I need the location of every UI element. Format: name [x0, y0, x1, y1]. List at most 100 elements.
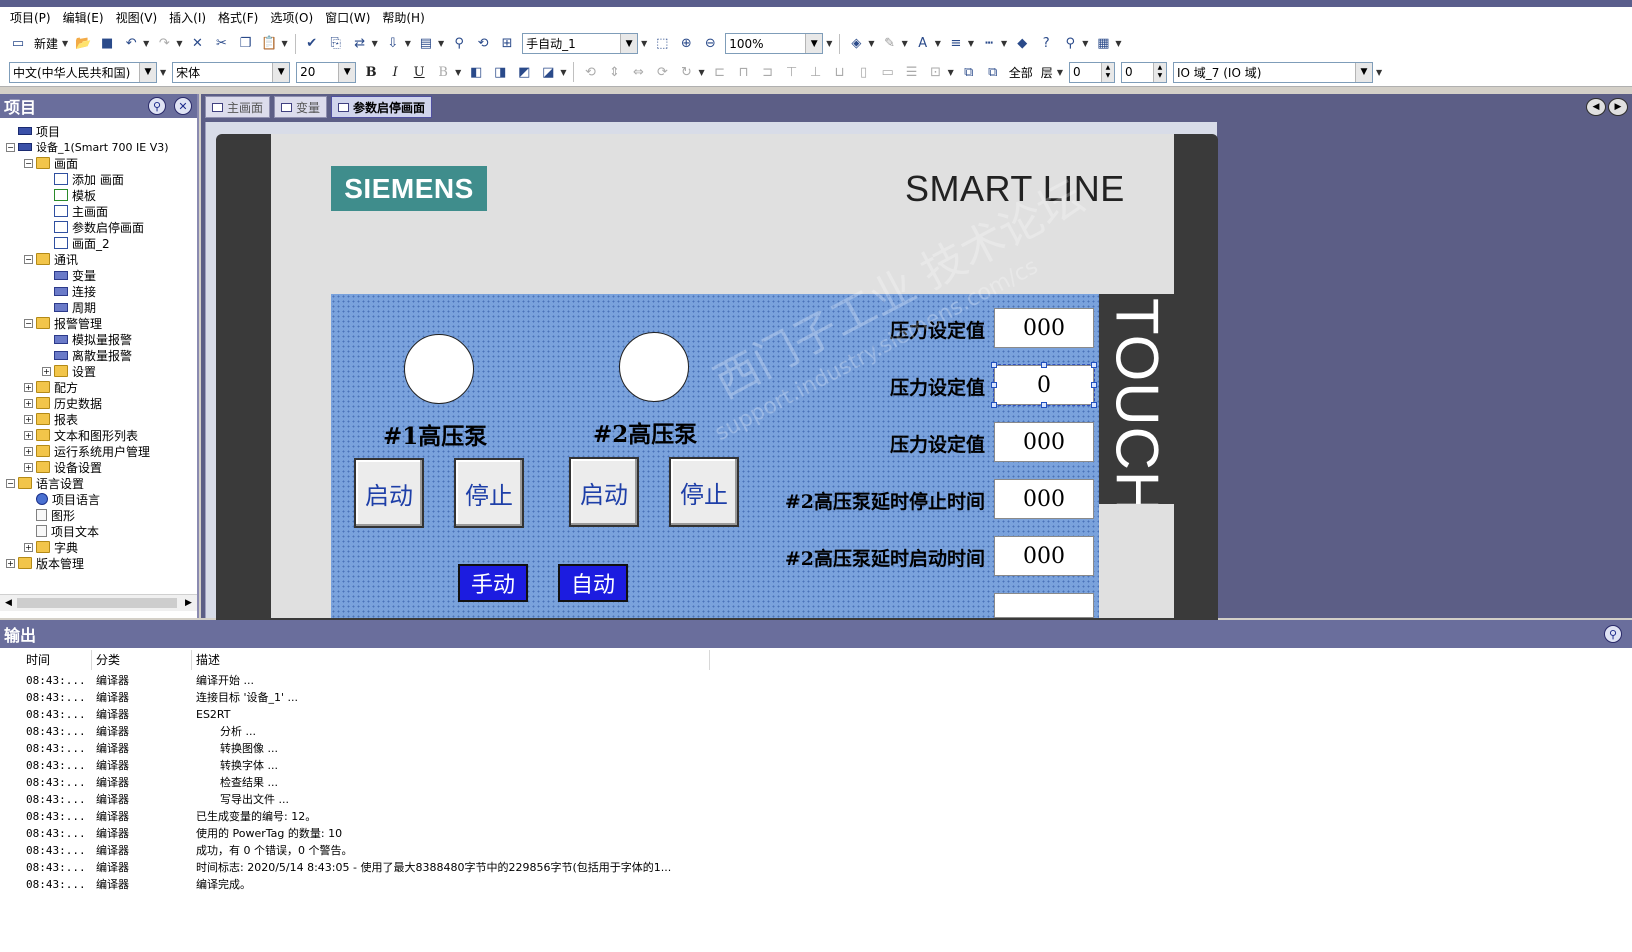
screens-dropdown-icon[interactable]: ▼ — [438, 39, 444, 48]
menu-project[interactable]: 项目(P) — [4, 8, 57, 28]
copy-icon[interactable]: ❐ — [235, 34, 255, 54]
chevron-down-icon[interactable]: ▼ — [620, 34, 638, 53]
expand-icon[interactable]: + — [42, 366, 51, 376]
selection-handle[interactable] — [1041, 402, 1047, 408]
font-color-dropdown-icon[interactable]: ▼ — [935, 39, 941, 48]
scroll-right-icon[interactable]: ▶ — [180, 595, 197, 611]
align-middle-icon[interactable]: ⊥ — [806, 62, 826, 82]
tab-param-screen[interactable]: 参数启停画面 — [331, 96, 433, 118]
chevron-down-icon[interactable]: ▼ — [805, 34, 823, 53]
replace-icon[interactable]: ⟲ — [473, 34, 493, 54]
font-color-icon[interactable]: A — [913, 34, 933, 54]
library-icon[interactable]: ◆ — [1012, 34, 1032, 54]
language-dropdown-icon[interactable]: ▼ — [160, 68, 166, 77]
object-combo[interactable]: 手自动_1 ▼ — [522, 33, 639, 54]
expand-icon[interactable]: + — [24, 462, 33, 472]
collapse-icon[interactable]: − — [6, 478, 15, 488]
rotate-icon[interactable]: ↻ — [676, 62, 696, 82]
order-dropdown-icon[interactable]: ▼ — [560, 68, 566, 77]
redo-icon[interactable]: ↷ — [154, 34, 174, 54]
center-icon[interactable]: ⊡ — [926, 62, 946, 82]
line-width-dropdown-icon[interactable]: ▼ — [968, 39, 974, 48]
layer-spin-2[interactable]: 0 ▲ ▼ — [1120, 61, 1167, 83]
expand-icon[interactable]: + — [6, 558, 15, 568]
column-time[interactable]: 时间 — [0, 650, 92, 670]
cross-reference-icon[interactable]: ⊞ — [497, 34, 517, 54]
align-dropdown-icon[interactable]: ▼ — [948, 68, 954, 77]
save-icon[interactable]: ■ — [97, 34, 117, 54]
backward-icon[interactable]: ◪ — [538, 62, 558, 82]
new-dropdown-icon[interactable]: ▼ — [62, 39, 68, 48]
undo-dropdown-icon[interactable]: ▼ — [143, 39, 149, 48]
tree-item[interactable]: + 配方 — [24, 379, 78, 395]
menu-help[interactable]: 帮助(H) — [376, 8, 430, 28]
scroll-left-icon[interactable]: ◀ — [0, 595, 17, 611]
zoom-out-icon[interactable]: ⊖ — [700, 34, 720, 54]
redo-dropdown-icon[interactable]: ▼ — [176, 39, 182, 48]
line-style-icon[interactable]: ┅ — [979, 34, 999, 54]
auto-mode-button[interactable]: 自动 — [558, 564, 628, 602]
layer-all-icon[interactable]: ⧉ — [983, 62, 1003, 82]
tree-item[interactable]: 画面_2 — [42, 235, 110, 251]
object-select-combo[interactable]: IO 域_7 (IO 域) ▼ — [1172, 61, 1373, 83]
help-icon[interactable]: ? — [1036, 34, 1056, 54]
tree-item[interactable]: 模板 — [42, 187, 96, 203]
new-button[interactable]: 新建 — [34, 35, 58, 52]
zoom-in-icon[interactable]: ⊕ — [676, 34, 696, 54]
line-dropdown-icon[interactable]: ▼ — [902, 39, 908, 48]
tree-item[interactable]: + 运行系统用户管理 — [24, 443, 150, 459]
output-row[interactable]: 08:43:... 编译器 成功，有 0 个错误，0 个警告。 — [0, 842, 1632, 859]
pump2-label[interactable]: #2高压泵 — [593, 415, 697, 449]
expand-icon[interactable]: + — [24, 542, 33, 552]
menu-window[interactable]: 窗口(W) — [319, 8, 376, 28]
tree-item[interactable]: + 历史数据 — [24, 395, 102, 411]
distribute-icon[interactable]: ☰ — [902, 62, 922, 82]
object-select-dropdown-icon[interactable]: ▼ — [1376, 68, 1382, 77]
transfer-dropdown-icon[interactable]: ▼ — [372, 39, 378, 48]
tree-item[interactable]: + 报表 — [24, 411, 78, 427]
scroll-thumb[interactable] — [17, 598, 177, 608]
tree-item[interactable]: 离散量报警 — [42, 347, 132, 363]
param-value-3[interactable]: 000 — [994, 422, 1094, 462]
tree-item[interactable]: + 字典 — [24, 539, 78, 555]
paste-icon[interactable]: 📋 — [259, 34, 279, 54]
align-top-icon[interactable]: ⊤ — [782, 62, 802, 82]
output-row[interactable]: 08:43:... 编译器 写导出文件 ... — [0, 791, 1632, 808]
tree-item[interactable]: − 语言设置 — [6, 475, 84, 491]
same-width-icon[interactable]: ▯ — [854, 62, 874, 82]
new-icon[interactable]: ▭ — [8, 34, 28, 54]
close-icon[interactable]: ✕ — [174, 97, 192, 115]
output-row[interactable]: 08:43:... 编译器 检查结果 ... — [0, 774, 1632, 791]
window-layout-icon[interactable]: ▦ — [1093, 34, 1113, 54]
delete-icon[interactable]: ✕ — [187, 34, 207, 54]
pump1-label[interactable]: #1高压泵 — [383, 417, 487, 451]
tree-item[interactable]: − 设备_1(Smart 700 IE V3) — [6, 139, 169, 155]
font-style-dropdown-icon[interactable]: ▼ — [455, 68, 461, 77]
undo-icon[interactable]: ↶ — [121, 34, 141, 54]
chevron-down-icon[interactable]: ▼ — [272, 62, 290, 82]
chevron-down-icon[interactable]: ▼ — [338, 62, 356, 82]
tree-item[interactable]: 连接 — [42, 283, 96, 299]
tree-item[interactable]: − 通讯 — [24, 251, 78, 267]
line-style-dropdown-icon[interactable]: ▼ — [1001, 39, 1007, 48]
column-description[interactable]: 描述 — [192, 650, 710, 670]
selection-handle[interactable] — [1041, 362, 1047, 368]
chevron-down-icon[interactable]: ▼ — [1354, 62, 1372, 82]
output-row[interactable]: 08:43:... 编译器 编译开始 ... — [0, 672, 1632, 689]
expand-icon[interactable]: + — [24, 382, 33, 392]
menu-insert[interactable]: 插入(I) — [163, 8, 212, 28]
pump1-status-lamp[interactable] — [404, 334, 474, 404]
pin-icon[interactable]: ⚲ — [148, 97, 166, 115]
expand-icon[interactable]: + — [24, 430, 33, 440]
selection-handle[interactable] — [991, 402, 997, 408]
output-row[interactable]: 08:43:... 编译器 已生成变量的编号: 12。 — [0, 808, 1632, 825]
same-height-icon[interactable]: ▭ — [878, 62, 898, 82]
param-value-2[interactable]: 0 — [993, 364, 1095, 406]
menu-options[interactable]: 选项(O) — [264, 8, 319, 28]
pump2-status-lamp[interactable] — [619, 332, 689, 402]
bring-front-icon[interactable]: ◧ — [466, 62, 486, 82]
pin-icon[interactable]: ⚲ — [1604, 625, 1622, 643]
line-width-icon[interactable]: ≡ — [946, 34, 966, 54]
selection-handle[interactable] — [1091, 362, 1097, 368]
layer-icon[interactable]: ⧉ — [959, 62, 979, 82]
